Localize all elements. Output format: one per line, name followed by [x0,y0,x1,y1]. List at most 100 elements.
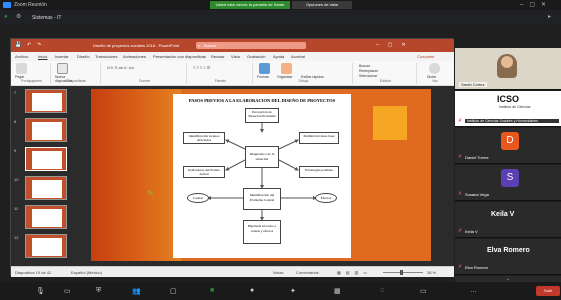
window-controls[interactable]: –▢✕ [520,1,552,8]
reactions-icon[interactable]: ✦ [290,287,296,295]
view-buttons[interactable]: ▦▤▥▭ [337,270,372,275]
menu-insertar[interactable]: Insertar [55,54,69,59]
menu-inicio[interactable]: Inicio [38,54,47,59]
node-hipotesis: Hipótesis en torno a causas y efectos [243,220,281,244]
ppt-search-box[interactable]: ⌕ Buscar [196,42,306,49]
avatar: S [501,169,519,187]
slide-thumbnail[interactable] [25,118,67,142]
save-icon[interactable]: 💾 [15,42,21,48]
arrow-3 [278,139,299,150]
node-percepcion: Percepción de Situación Problema [245,108,279,123]
ribbon-group-slides: Nueva diapositiva Diapositivas [53,63,101,84]
font-format-buttons[interactable]: N K S ab A· Aa [107,65,134,70]
arrow-4 [225,159,246,171]
menu-acrobat[interactable]: Acrobat [291,54,305,59]
participant-tile[interactable]: Elva Romero ✗ Elva Romero [455,239,561,275]
node-identificacion: Identificación Grupos Afectados [183,132,225,144]
slide-thumbnail[interactable] [25,89,67,113]
zoom-slider-thumb[interactable] [400,270,403,275]
ribbon-group-voice: Dictar Voz [419,63,451,84]
menu-animaciones[interactable]: Animaciones [123,54,146,59]
new-slide-icon[interactable] [57,63,68,74]
notes-button[interactable]: Notas [273,270,283,275]
share-button[interactable]: Compartir [417,54,435,59]
slide-thumbnail[interactable] [25,176,67,200]
menu-archivo[interactable]: Archivo [15,54,28,59]
replace-button[interactable]: Reemplazar [359,69,378,73]
node-efectos: Efectos [315,193,337,203]
zoom-title-bar: Zoom Reunión Usted está viendo la pantal… [0,0,561,15]
mic-muted-icon: ✗ [458,154,463,160]
language-indicator[interactable]: Español (México) [71,270,102,275]
ppt-title-bar: 💾 ↶ ↷ Diseño de proyectos sociales 2018 … [11,39,454,52]
participants-icon[interactable]: 👥 [132,287,141,295]
zoom-slider[interactable] [383,272,423,273]
ppt-window-controls[interactable]: –▢✕ [376,42,415,48]
record-icon[interactable]: ● [250,287,254,294]
slide-editor: ✎ PASOS PREVIOS A LA ELABORACION DEL DIS… [71,86,454,266]
participant-tile[interactable]: D ✗ Daniel Torres [455,128,561,164]
mic-icon[interactable]: 🎙 [36,287,45,295]
participant-tile[interactable]: S ✗ Susana Vega [455,165,561,201]
slide-thumbnail-selected[interactable] [25,147,67,171]
shapes-icon[interactable] [259,63,270,74]
participant-tile[interactable]: Sarah Cortez [455,48,561,90]
ribbon-group-drawing: Formas Organizar Estilos rápidos Dibujo [255,63,353,84]
ppt-status-bar: Diapositiva 10 de 42 Español (México) No… [11,266,454,277]
menu-presentacion[interactable]: Presentación con diapositivas [153,54,206,59]
share-icon[interactable]: ■ [210,287,214,294]
participant-tile[interactable]: ICSO Instituto de Ciencias Instituto de … [455,91,561,127]
slide-counter: Diapositiva 10 de 42 [15,270,52,275]
menu-ayuda[interactable]: Ayuda [273,54,284,59]
undo-icon[interactable]: ↶ [27,42,31,48]
zoom-app-name: Zoom Reunión [14,2,47,8]
slide-thumbnail[interactable] [25,205,67,229]
thumbnail-content [32,151,62,169]
microphone-icon[interactable] [429,63,440,74]
thumbnail-content [32,238,62,256]
apps-icon[interactable]: ▦ [334,287,341,295]
participant-tile[interactable]: Keila V ✗ Keila V [455,202,561,238]
ppt-ribbon: Pegar Portapapeles Nueva diapositiva Dia… [11,61,454,86]
slide-number: 11 [14,206,19,211]
expand-icon[interactable]: ▸ [548,13,551,20]
notes-icon[interactable]: ▭ [420,287,427,295]
chat-icon[interactable]: ▢ [170,287,177,295]
menu-diseno[interactable]: Diseño [77,54,89,59]
leave-button[interactable]: Salir [536,286,560,296]
security-icon[interactable]: ⛨ [96,287,101,295]
paste-icon[interactable] [16,63,27,74]
menu-revisar[interactable]: Revisar [211,54,225,59]
paragraph-align-buttons[interactable]: ≡ ≡ ≡ ≡ ☰ [193,65,210,70]
menu-transiciones[interactable]: Transiciones [95,54,118,59]
video-icon[interactable]: ▭ [64,287,71,295]
find-button[interactable]: Buscar [359,64,370,68]
view-options-button[interactable]: Opciones de vista [292,1,352,9]
thumbnail-content [32,122,62,140]
whiteboard-icon[interactable]: ◌ [380,287,384,294]
ppt-document-title: Diseño de proyectos sociales 2018 - Powe… [93,43,180,48]
zoom-level[interactable]: 38 % [427,270,436,275]
participant-name: Susana Vega [465,192,489,197]
status-dot-icon: ● [4,14,8,20]
menu-vista[interactable]: Vista [231,54,240,59]
mic-muted-icon: ✗ [458,118,463,124]
institution-subtitle: Instituto de Ciencias [499,105,531,109]
current-slide[interactable]: ✎ PASOS PREVIOS A LA ELABORACION DEL DIS… [91,89,431,261]
more-icon[interactable]: … [470,287,477,294]
menu-grabacion[interactable]: Grabación [247,54,265,59]
node-problema-central: Identificación del Problema Central [243,188,281,210]
redo-icon[interactable]: ↷ [37,42,41,48]
gear-icon[interactable]: ⚙ [16,13,21,20]
select-button[interactable]: Seleccionar [359,74,377,78]
share-notice-badge: Usted está viendo la pantalla de Sarah C… [210,1,290,15]
comments-button[interactable]: Comentarios [296,270,319,275]
thumbnail-content [32,180,62,198]
ribbon-group-label: Portapapeles [21,79,42,83]
zoom-window: Zoom Reunión Usted está viendo la pantal… [0,0,561,300]
thumbnail-content [32,93,62,111]
slide-thumbnail[interactable] [25,234,67,258]
search-icon: ⌕ [198,43,201,48]
arrow-5 [278,159,299,171]
arrange-icon[interactable] [281,63,292,74]
